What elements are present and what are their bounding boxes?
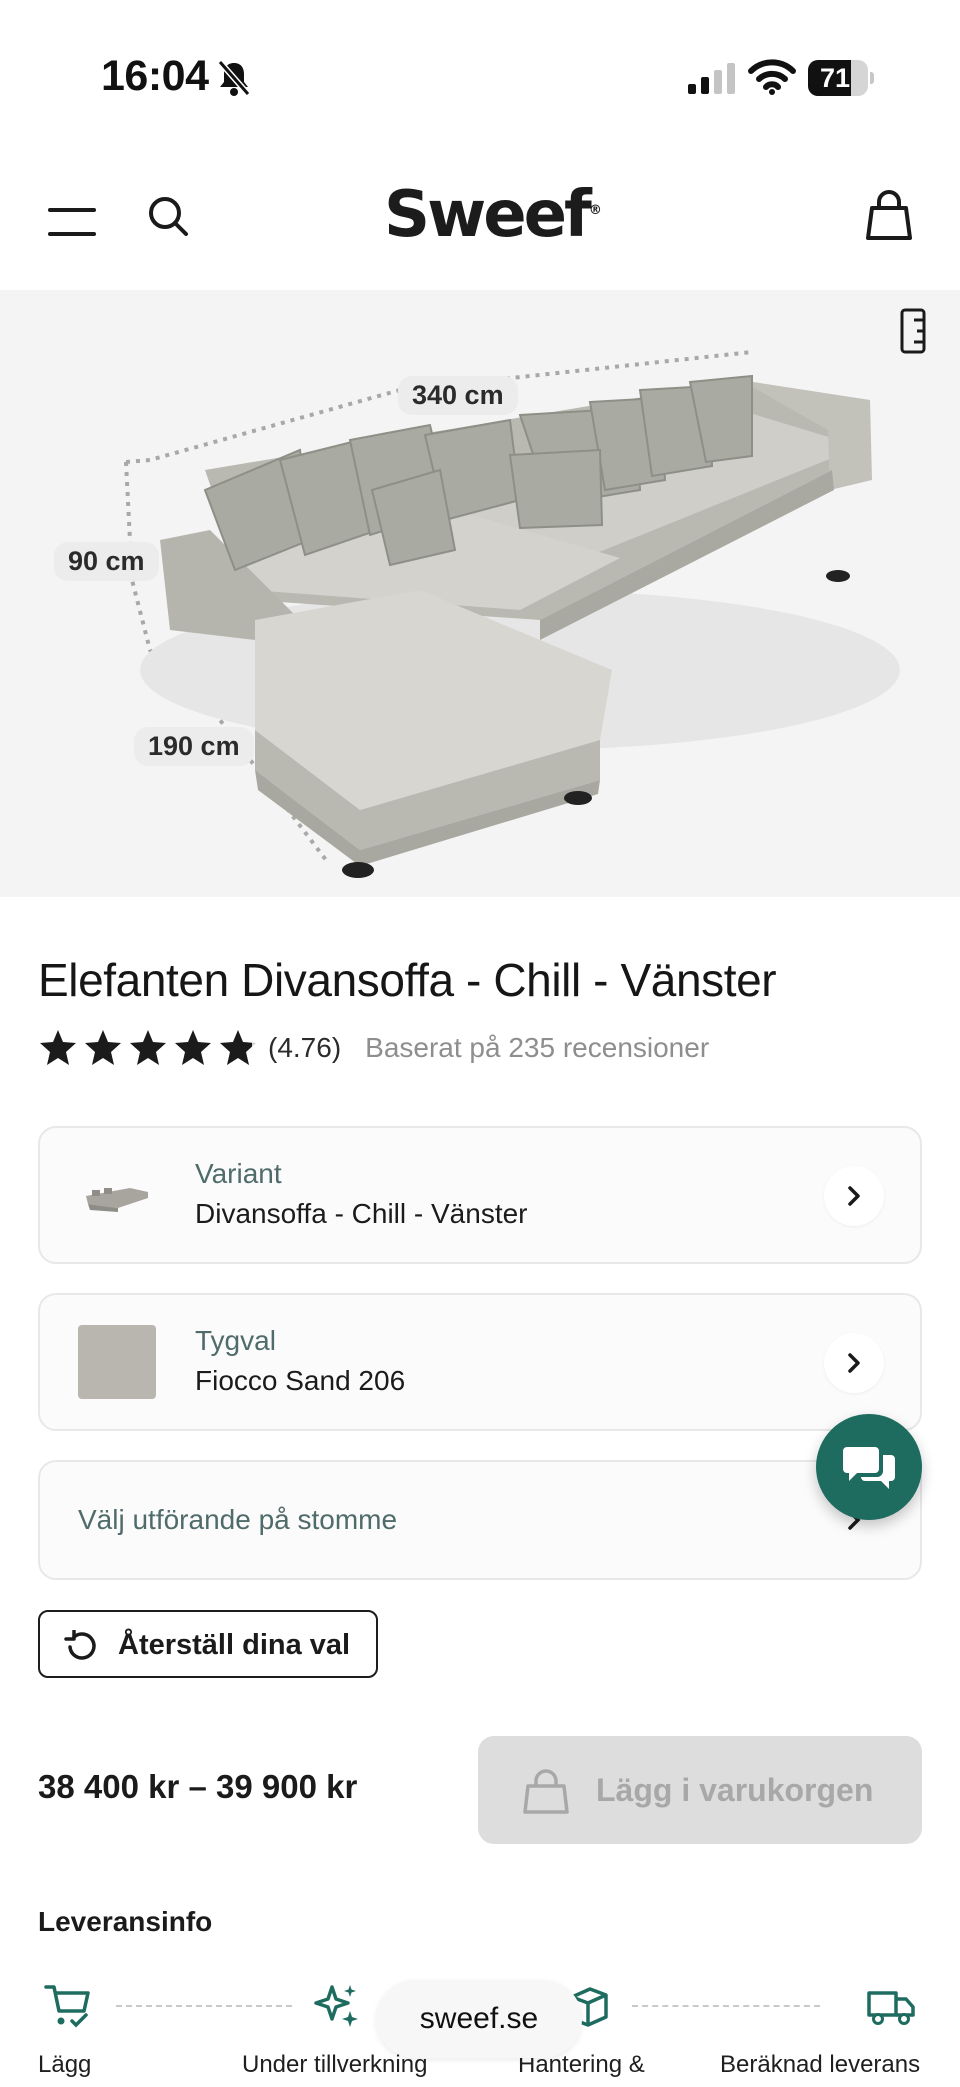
timeline-step-1-label: Lägg: [38, 2051, 92, 2078]
product-title: Elefanten Divansoffa - Chill - Vänster: [38, 954, 777, 1006]
delivery-info-title: Leveransinfo: [38, 1906, 213, 1937]
shopping-bag-icon[interactable]: [864, 188, 914, 244]
rating-row[interactable]: (4.76) Baserat på 235 recensioner: [38, 1026, 709, 1070]
price-range: 38 400 kr – 39 900 kr: [38, 1768, 358, 1805]
fabric-label: Tygval: [195, 1325, 276, 1356]
star-icon: [40, 1030, 76, 1065]
status-time: 16:04: [101, 52, 209, 100]
star-icon: [85, 1030, 121, 1065]
star-icon: [130, 1030, 166, 1065]
reset-selections-button[interactable]: Återställ dina val: [38, 1610, 378, 1678]
product-image[interactable]: 340 cm 90 cm 190 cm: [0, 290, 960, 897]
timeline-connector: [632, 2005, 820, 2007]
site-header: Sweef®: [0, 168, 960, 290]
dimension-depth-label: 190 cm: [134, 727, 254, 766]
sparkles-icon: [314, 1985, 358, 2027]
chevron-right-icon[interactable]: [824, 1166, 884, 1226]
menu-icon-line: [48, 208, 96, 212]
chevron-right-icon[interactable]: [824, 1333, 884, 1393]
variant-selector[interactable]: Variant Divansoffa - Chill - Vänster: [38, 1126, 922, 1264]
dimension-height-label: 90 cm: [54, 542, 159, 581]
search-icon[interactable]: [146, 194, 190, 238]
variant-value: Divansoffa - Chill - Vänster: [195, 1198, 528, 1229]
battery-level: 71: [819, 63, 851, 93]
star-rating: [38, 1028, 258, 1068]
chat-button[interactable]: [816, 1414, 922, 1520]
dimension-width-label: 340 cm: [398, 376, 518, 415]
star-icon: [175, 1030, 211, 1065]
reset-icon: [64, 1630, 96, 1660]
variant-thumbnail: [86, 1188, 148, 1212]
variant-label: Variant: [195, 1158, 282, 1189]
frame-label: Välj utförande på stomme: [78, 1504, 398, 1535]
bell-muted-icon: [217, 60, 251, 96]
star-partial-icon: [220, 1030, 256, 1065]
wifi-icon: [748, 59, 796, 95]
cart-check-icon: [44, 1985, 90, 2028]
fabric-value: Fiocco Sand 206: [195, 1365, 406, 1396]
chat-bubbles-icon: [843, 1447, 895, 1489]
rating-value: (4.76): [268, 1032, 342, 1063]
browser-url-bar[interactable]: sweef.se: [376, 1980, 582, 2058]
brand-logo[interactable]: Sweef®: [384, 178, 602, 258]
add-to-cart-button[interactable]: Lägg i varukorgen: [478, 1736, 922, 1844]
fabric-swatch: [78, 1325, 156, 1399]
timeline-step-4-label: Beräknad leverans: [720, 2051, 921, 2078]
frame-selector[interactable]: Välj utförande på stomme: [38, 1460, 922, 1580]
fabric-selector[interactable]: Tygval Fiocco Sand 206: [38, 1293, 922, 1431]
ruler-icon[interactable]: [900, 308, 926, 354]
shopping-bag-icon: [523, 1769, 569, 1814]
reset-label: Återställ dina val: [118, 1629, 351, 1661]
add-to-cart-label: Lägg i varukorgen: [596, 1772, 874, 1808]
battery-indicator: 71: [808, 60, 874, 96]
reviews-count[interactable]: Baserat på 235 recensioner: [365, 1032, 709, 1064]
signal-icon: [688, 63, 735, 94]
menu-button[interactable]: [48, 204, 96, 240]
timeline-connector: [116, 2005, 292, 2007]
truck-icon: [867, 1991, 915, 2025]
status-bar: 16:04 71: [0, 0, 960, 150]
menu-icon-line: [48, 232, 96, 236]
